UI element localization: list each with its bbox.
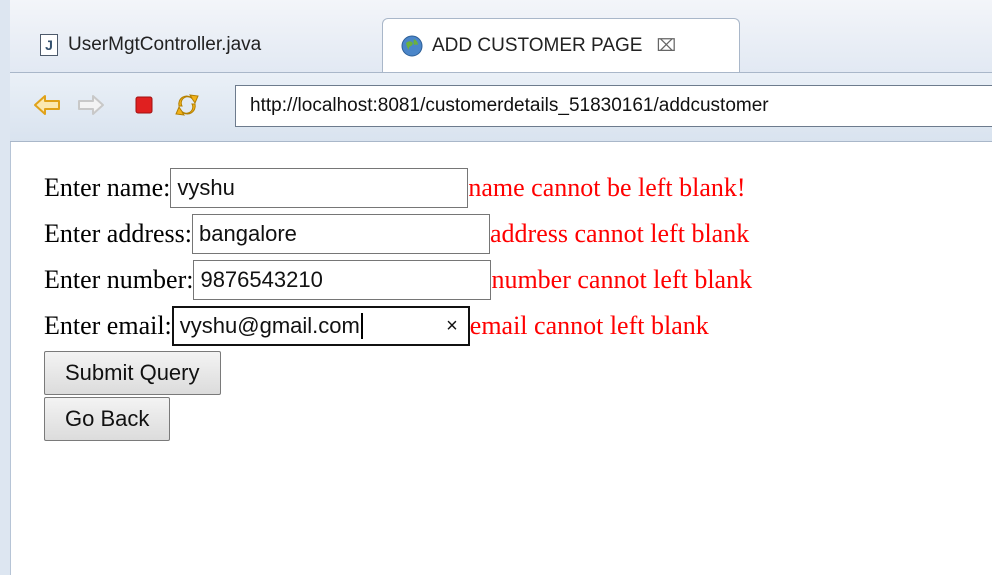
refresh-icon [175, 94, 199, 116]
browser-toolbar: http://localhost:8081/customerdetails_51… [10, 72, 992, 142]
name-label: Enter name: [44, 173, 171, 202]
email-value: vyshu@gmail.com [179, 313, 360, 338]
clear-input-icon[interactable]: × [446, 315, 462, 338]
number-error: number cannot left blank [491, 265, 753, 294]
forward-button[interactable] [76, 93, 106, 117]
name-value: vyshu [177, 175, 235, 200]
java-file-icon: J [40, 34, 58, 56]
tab-label: UserMgtController.java [68, 34, 262, 55]
name-input[interactable]: vyshu [170, 168, 469, 208]
name-row: Enter name: vyshu name cannot be left bl… [44, 165, 752, 211]
back-button[interactable] [32, 93, 62, 117]
text-caret [360, 313, 363, 339]
address-row: Enter address: bangalore address cannot … [44, 211, 752, 257]
tab-usermgtcontroller[interactable]: J UserMgtController.java [22, 18, 372, 72]
address-error: address cannot left blank [490, 219, 750, 248]
address-bar[interactable]: http://localhost:8081/customerdetails_51… [235, 85, 992, 127]
number-row: Enter number: 9876543210 number cannot l… [44, 257, 752, 303]
address-input[interactable]: bangalore [192, 214, 491, 254]
tab-label: ADD CUSTOMER PAGE [432, 34, 643, 56]
stop-button[interactable] [134, 93, 154, 117]
customer-form: Enter name: vyshu name cannot be left bl… [44, 165, 752, 441]
back-arrow-icon [34, 95, 60, 115]
address-label: Enter address: [44, 219, 193, 248]
close-tab-icon[interactable]: ⌧ [656, 36, 676, 56]
globe-icon [401, 35, 423, 56]
email-label: Enter email: [44, 311, 172, 340]
address-value: bangalore [199, 221, 297, 246]
number-label: Enter number: [44, 265, 194, 294]
stop-icon [135, 96, 153, 114]
forward-arrow-icon [78, 95, 104, 115]
editor-tab-bar: J UserMgtController.java ADD CUSTOMER PA… [10, 0, 992, 72]
url-text: http://localhost:8081/customerdetails_51… [250, 95, 769, 116]
refresh-button[interactable] [173, 93, 201, 117]
submit-query-button[interactable]: Submit Query [44, 351, 221, 395]
name-error: name cannot be left blank! [468, 173, 746, 202]
email-row: Enter email: vyshu@gmail.com × email can… [44, 303, 752, 349]
email-error: email cannot left blank [469, 311, 709, 340]
go-back-button[interactable]: Go Back [44, 397, 171, 441]
tab-add-customer-page[interactable]: ADD CUSTOMER PAGE ⌧ [382, 18, 740, 72]
email-input[interactable]: vyshu@gmail.com × [171, 306, 470, 346]
number-input[interactable]: 9876543210 [193, 260, 492, 300]
number-value: 9876543210 [200, 267, 323, 292]
